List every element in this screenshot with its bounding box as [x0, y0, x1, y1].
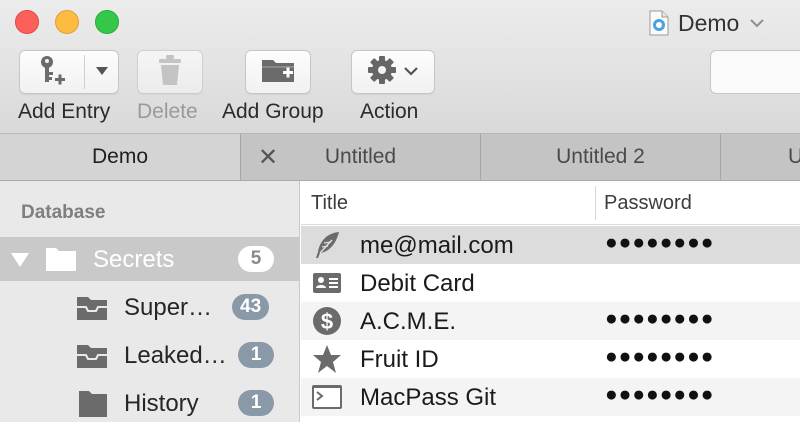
dollar-icon: $	[311, 305, 343, 337]
sidebar: Database Secrets 5 Super… 43 Leaked… 1 H…	[0, 181, 300, 422]
sidebar-item-secrets[interactable]: Secrets 5	[0, 237, 300, 281]
sidebar-item-super[interactable]: Super… 43	[0, 285, 300, 329]
count-badge: 1	[238, 390, 274, 416]
folder-icon	[78, 388, 108, 422]
table-header: Title Password	[301, 181, 800, 225]
gear-icon	[367, 55, 397, 90]
minimize-window-button[interactable]	[55, 10, 79, 34]
column-header-title[interactable]: Title	[311, 192, 348, 215]
count-badge: 43	[232, 294, 270, 320]
search-input[interactable]	[710, 50, 800, 94]
chevron-down-icon	[403, 63, 419, 81]
key-plus-icon	[37, 54, 67, 91]
tab-untitled-2[interactable]: Untitled 2	[481, 134, 721, 180]
table-row[interactable]: me@mail.com ●●●●●●●●	[301, 226, 800, 264]
add-entry-label: Add Entry	[18, 100, 111, 123]
document-title-menu[interactable]: Demo	[648, 8, 765, 38]
column-divider[interactable]	[595, 186, 596, 220]
tab-untitled[interactable]: Untitled	[241, 134, 481, 180]
database-document-icon	[648, 10, 670, 36]
count-badge: 5	[238, 246, 274, 272]
add-entry-main[interactable]	[20, 51, 84, 93]
id-card-icon	[311, 267, 343, 299]
toolbar: Demo Add Entry Delete Add Group Action	[0, 0, 800, 134]
folder-icon	[45, 244, 77, 277]
delete-label: Delete	[137, 100, 198, 123]
entry-password: ●●●●●●●●	[605, 383, 715, 406]
sidebar-item-leaked[interactable]: Leaked… 1	[0, 333, 300, 377]
column-header-password[interactable]: Password	[604, 192, 692, 215]
sidebar-item-label: Secrets	[93, 246, 175, 273]
folder-plus-icon	[261, 55, 295, 90]
tab-untitled-3[interactable]: U	[721, 134, 800, 180]
add-entry-menu-arrow[interactable]	[85, 51, 119, 93]
count-badge: 1	[238, 342, 274, 368]
tab-bar: Demo ✕ Untitled Untitled 2 U	[0, 134, 800, 181]
entry-password: ●●●●●●●●	[605, 345, 715, 368]
action-label: Action	[360, 100, 419, 123]
close-window-button[interactable]	[15, 10, 39, 34]
add-entry-button[interactable]	[19, 50, 119, 94]
table-row[interactable]: Fruit ID ●●●●●●●●	[301, 340, 800, 378]
disclosure-triangle-icon[interactable]	[11, 253, 29, 267]
tab-label: Untitled 2	[556, 145, 645, 168]
tab-label: Untitled	[324, 145, 397, 168]
svg-text:$: $	[321, 309, 333, 334]
delete-button[interactable]	[137, 50, 203, 94]
chevron-down-icon	[749, 15, 765, 31]
sidebar-header: Database	[21, 202, 106, 223]
entry-password: ●●●●●●●●	[605, 307, 715, 330]
entry-table: Title Password me@mail.com ●●●●●●●● Debi…	[301, 181, 800, 422]
sidebar-item-history[interactable]: History 1	[0, 381, 300, 422]
entry-password: ●●●●●●●●	[605, 231, 715, 254]
trash-icon	[157, 54, 183, 91]
sidebar-item-label: Super…	[124, 294, 213, 321]
zoom-window-button[interactable]	[95, 10, 119, 34]
terminal-icon	[311, 381, 343, 413]
tab-label: Demo	[91, 145, 149, 168]
add-group-button[interactable]	[245, 50, 311, 94]
triangle-down-icon	[95, 63, 109, 81]
entry-title: A.C.M.E.	[360, 308, 457, 335]
star-icon	[311, 343, 343, 375]
tab-demo[interactable]: Demo	[0, 134, 241, 180]
tab-label: U	[788, 145, 800, 168]
feather-icon	[311, 229, 343, 261]
sidebar-item-label: History	[124, 390, 199, 417]
entry-title: Debit Card	[360, 270, 475, 297]
table-row[interactable]: Debit Card	[301, 264, 800, 302]
sidebar-item-label: Leaked…	[124, 342, 227, 369]
entry-title: MacPass Git	[360, 384, 497, 411]
table-row[interactable]: $ A.C.M.E. ●●●●●●●●	[301, 302, 800, 340]
entry-title: Fruit ID	[360, 346, 439, 373]
entry-title: me@mail.com	[360, 232, 514, 259]
add-group-label: Add Group	[222, 100, 324, 123]
table-row[interactable]: MacPass Git ●●●●●●●●	[301, 378, 800, 416]
inbox-folder-icon	[76, 342, 108, 375]
inbox-folder-icon	[76, 294, 108, 327]
action-button[interactable]	[351, 50, 435, 94]
document-title: Demo	[678, 9, 740, 36]
